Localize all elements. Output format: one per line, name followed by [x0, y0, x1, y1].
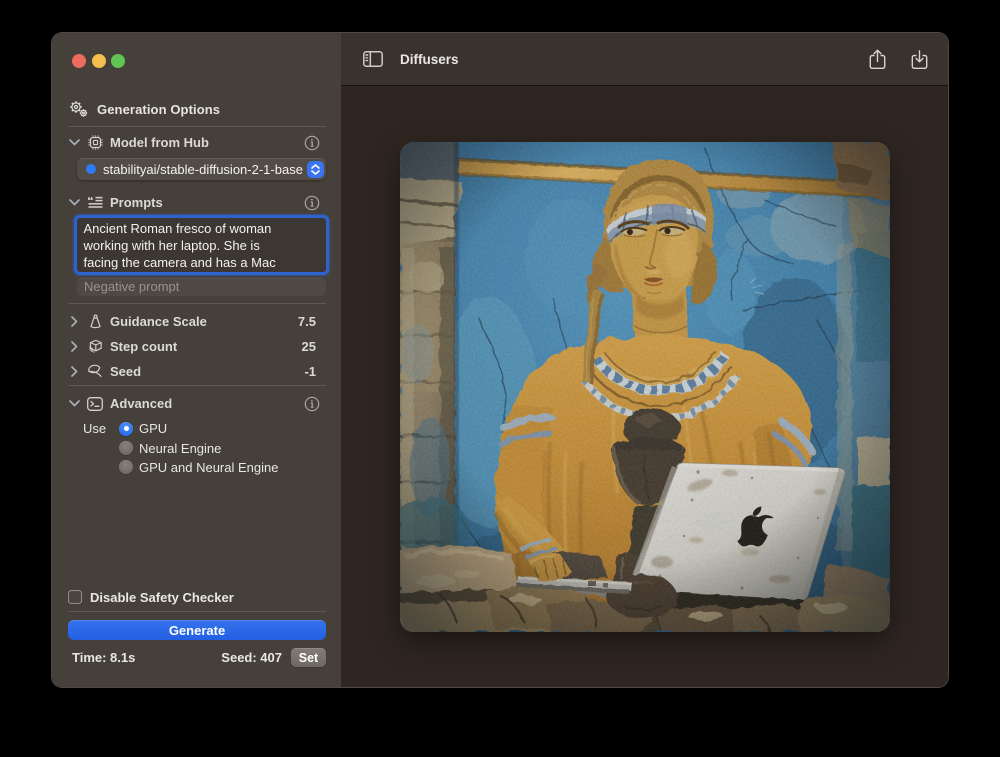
info-icon[interactable] [304, 396, 320, 412]
sidebar-toggle-icon[interactable] [363, 51, 383, 67]
toolbar-actions [869, 49, 928, 70]
step-count-row[interactable]: Step count 25 [68, 336, 326, 356]
prompts-section-row[interactable]: Prompts [68, 193, 326, 212]
time-status: Time: 8.1s [72, 650, 135, 665]
radio-gpu[interactable] [119, 422, 133, 436]
leaf-icon [84, 364, 106, 378]
chevron-right-icon[interactable] [64, 341, 84, 352]
safety-checkbox-label: Disable Safety Checker [90, 590, 234, 605]
chevron-down-icon[interactable] [64, 199, 84, 206]
use-label: Use [83, 421, 119, 436]
zoom-button[interactable] [111, 54, 125, 68]
advanced-section-label: Advanced [110, 396, 172, 411]
cube-icon [84, 339, 106, 354]
step-count-label: Step count [110, 339, 177, 354]
negative-prompt-input[interactable]: Negative prompt [77, 278, 326, 296]
terminal-icon [84, 397, 106, 411]
save-image-button[interactable] [911, 49, 928, 70]
safety-checker-row[interactable]: Disable Safety Checker [68, 587, 326, 607]
divider [68, 126, 326, 127]
radio-gpu-neural-engine-label: GPU and Neural Engine [139, 460, 278, 475]
gears-icon [68, 100, 90, 118]
divider [68, 303, 326, 304]
chevron-down-icon[interactable] [64, 400, 84, 407]
model-status-dot [86, 164, 96, 174]
seed-label: Seed [110, 364, 141, 379]
sidebar: Generation Options Model from Hub stabi [52, 33, 341, 687]
model-dropdown[interactable]: stabilityai/stable-diffusion-2-1-base [77, 158, 326, 180]
chevron-right-icon[interactable] [64, 316, 84, 327]
image-canvas [341, 86, 948, 687]
divider [68, 611, 326, 612]
close-button[interactable] [72, 54, 86, 68]
app-title: Diffusers [400, 52, 459, 67]
guidance-scale-row[interactable]: Guidance Scale 7.5 [68, 311, 326, 331]
radio-row-gpu-neural-engine[interactable]: GPU and Neural Engine [68, 458, 326, 477]
model-section-label: Model from Hub [110, 135, 209, 150]
radio-row-neural-engine[interactable]: Neural Engine [68, 438, 326, 457]
radio-gpu-neural-engine[interactable] [119, 460, 133, 474]
scale-weight-icon [84, 314, 106, 329]
radio-neural-engine-label: Neural Engine [139, 441, 221, 456]
info-icon[interactable] [304, 195, 320, 211]
prompts-section-label: Prompts [110, 195, 163, 210]
advanced-section-row[interactable]: Advanced [68, 394, 326, 413]
step-count-value: 25 [302, 339, 326, 354]
radio-gpu-label: GPU [139, 421, 167, 436]
seed-row[interactable]: Seed -1 [68, 361, 326, 381]
guidance-scale-value: 7.5 [298, 314, 326, 329]
info-icon[interactable] [304, 135, 320, 151]
status-bar: Time: 8.1s Seed: 407 Set [68, 648, 326, 667]
dropdown-stepper-icon[interactable] [307, 161, 324, 178]
model-section-row[interactable]: Model from Hub [68, 133, 326, 152]
toolbar: Diffusers [341, 33, 948, 86]
seed-status: Seed: 407 [221, 650, 282, 665]
main-pane: Diffusers [341, 33, 948, 687]
cpu-icon [84, 135, 106, 150]
share-button[interactable] [869, 49, 886, 70]
chevron-down-icon[interactable] [64, 139, 84, 146]
sidebar-header: Generation Options [68, 99, 220, 119]
sidebar-title: Generation Options [97, 102, 220, 117]
prompt-textarea[interactable]: Ancient Roman fresco of woman working wi… [77, 218, 326, 272]
chevron-right-icon[interactable] [64, 366, 84, 377]
app-window: Generation Options Model from Hub stabi [52, 33, 948, 687]
minimize-button[interactable] [92, 54, 106, 68]
radio-neural-engine[interactable] [119, 441, 133, 455]
generate-button[interactable]: Generate [68, 620, 326, 640]
set-seed-button[interactable]: Set [291, 648, 326, 667]
guidance-scale-label: Guidance Scale [110, 314, 207, 329]
generated-image[interactable] [400, 142, 890, 632]
seed-value: -1 [304, 364, 326, 379]
divider [68, 385, 326, 386]
model-dropdown-value: stabilityai/stable-diffusion-2-1-base [103, 162, 303, 177]
radio-row-gpu[interactable]: Use GPU [68, 419, 326, 438]
safety-checkbox[interactable] [68, 590, 82, 604]
text-quote-icon [84, 196, 106, 209]
compute-unit-group: Use GPU Neural Engine GPU and Neural Eng… [68, 419, 326, 477]
